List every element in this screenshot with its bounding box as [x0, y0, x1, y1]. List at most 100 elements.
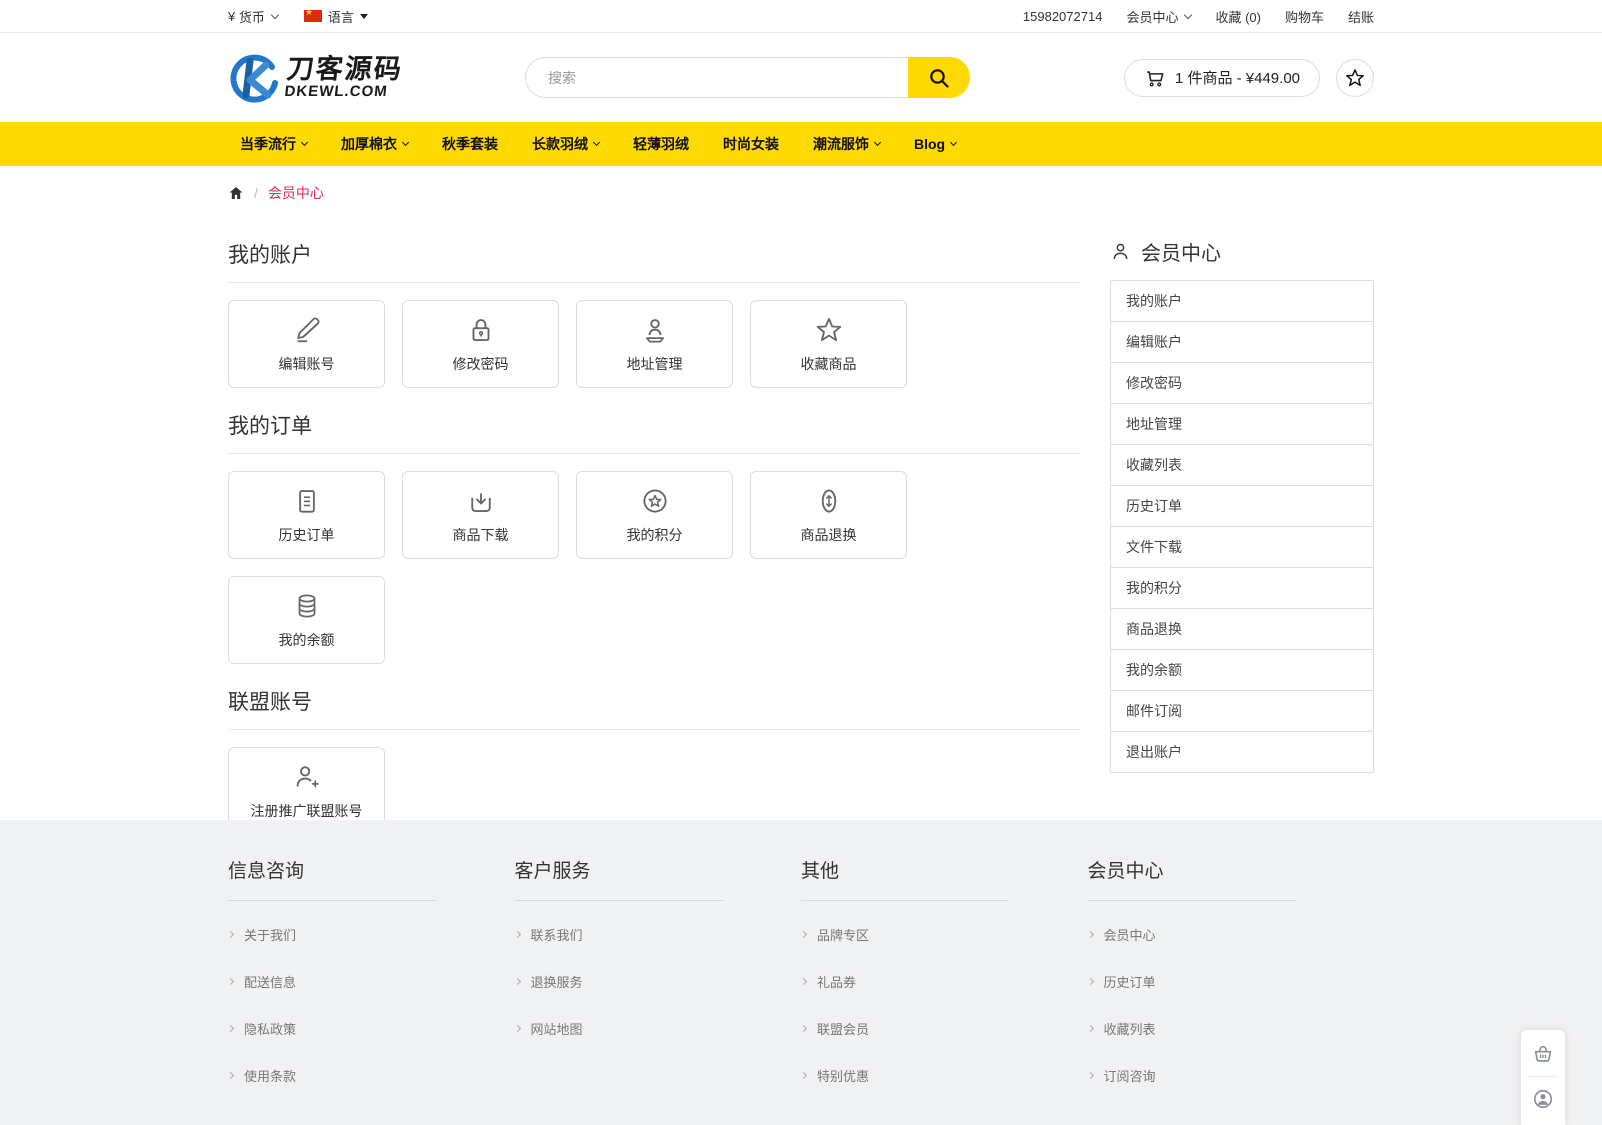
chevron-right-icon [800, 1025, 807, 1032]
currency-symbol: ¥ [228, 9, 235, 24]
card-downloads[interactable]: 商品下载 [402, 471, 559, 559]
breadcrumb-current[interactable]: 会员中心 [268, 183, 324, 203]
chevron-down-icon [301, 139, 308, 146]
footer-col-service: 客户服务 联系我们 退换服务 网站地图 [515, 856, 802, 1113]
nav-item-padded-coats[interactable]: 加厚棉衣 [341, 134, 408, 154]
footer-link-contact[interactable]: 联系我们 [515, 925, 802, 944]
card-wishlist[interactable]: 收藏商品 [750, 300, 907, 388]
chevron-right-icon [1086, 978, 1093, 985]
returns-icon [814, 486, 844, 516]
page: ¥ 货币 ★ 语言 15982072714 会员中心 收藏 (0) 购物车 结账 [0, 0, 1602, 1125]
nav-item-seasonal[interactable]: 当季流行 [240, 134, 307, 154]
pencil-icon [292, 315, 322, 345]
chevron-down-icon [1184, 10, 1192, 18]
sidebar-title: 会员中心 [1110, 237, 1374, 266]
cart-icon [1144, 67, 1166, 89]
basket-icon[interactable] [1532, 1043, 1554, 1065]
sidebar-item-my-account[interactable]: 我的账户 [1111, 281, 1373, 321]
star-circle-icon [640, 486, 670, 516]
site-logo[interactable]: 刀客源码 DKEWL.COM [228, 53, 402, 103]
sidebar-item-newsletter[interactable]: 邮件订阅 [1111, 690, 1373, 731]
coins-icon [292, 591, 322, 621]
chevron-right-icon [800, 1072, 807, 1079]
currency-selector[interactable]: ¥ 货币 [228, 7, 278, 26]
chevron-right-icon [227, 978, 234, 985]
chevron-down-icon [402, 139, 409, 146]
chevron-down-icon [950, 139, 957, 146]
footer-link-wishlist[interactable]: 收藏列表 [1088, 1019, 1375, 1038]
footer-col-information: 信息咨询 关于我们 配送信息 隐私政策 使用条款 [228, 856, 515, 1113]
footer-link-specials[interactable]: 特别优惠 [801, 1066, 1088, 1085]
divider [228, 900, 436, 901]
caret-down-icon [360, 14, 368, 19]
topbar: ¥ 货币 ★ 语言 15982072714 会员中心 收藏 (0) 购物车 结账 [0, 0, 1602, 33]
footer-link-newsletter[interactable]: 订阅咨询 [1088, 1066, 1375, 1085]
sidebar-item-returns[interactable]: 商品退换 [1111, 608, 1373, 649]
sidebar-item-order-history[interactable]: 历史订单 [1111, 485, 1373, 526]
sidebar-item-address[interactable]: 地址管理 [1111, 403, 1373, 444]
footer-link-order-history[interactable]: 历史订单 [1088, 972, 1375, 991]
footer-link-member-center[interactable]: 会员中心 [1088, 925, 1375, 944]
footer-link-sitemap[interactable]: 网站地图 [515, 1019, 802, 1038]
footer-link-about[interactable]: 关于我们 [228, 925, 515, 944]
nav-item-autumn-sets[interactable]: 秋季套装 [442, 134, 498, 154]
card-address-book[interactable]: 地址管理 [576, 300, 733, 388]
topbar-wishlist[interactable]: 收藏 (0) [1215, 7, 1261, 26]
topbar-cart[interactable]: 购物车 [1285, 7, 1324, 26]
footer-link-gift-vouchers[interactable]: 礼品券 [801, 972, 1088, 991]
footer-link-returns[interactable]: 退换服务 [515, 972, 802, 991]
person-icon [1110, 241, 1131, 262]
order-list-icon [292, 486, 322, 516]
card-returns[interactable]: 商品退换 [750, 471, 907, 559]
chevron-right-icon [513, 978, 520, 985]
card-edit-account[interactable]: 编辑账号 [228, 300, 385, 388]
card-reward-points[interactable]: 我的积分 [576, 471, 733, 559]
footer-col-extras: 其他 品牌专区 礼品券 联盟会员 特别优惠 [801, 856, 1088, 1113]
phone-number: 15982072714 [1023, 9, 1103, 24]
language-label: 语言 [328, 7, 354, 26]
card-balance[interactable]: 我的余额 [228, 576, 385, 664]
sidebar-item-edit-account[interactable]: 编辑账户 [1111, 321, 1373, 362]
footer-link-terms[interactable]: 使用条款 [228, 1066, 515, 1085]
language-selector[interactable]: ★ 语言 [304, 7, 368, 26]
section-title-my-orders: 我的订单 [228, 410, 1080, 440]
footer-link-affiliate[interactable]: 联盟会员 [801, 1019, 1088, 1038]
sidebar-item-downloads[interactable]: 文件下载 [1111, 526, 1373, 567]
wishlist-button[interactable] [1336, 59, 1374, 97]
lock-icon [466, 315, 496, 345]
sidebar-item-balance[interactable]: 我的余额 [1111, 649, 1373, 690]
topbar-member-center[interactable]: 会员中心 [1126, 7, 1191, 26]
china-flag-icon: ★ [304, 10, 322, 22]
nav-item-light-down[interactable]: 轻薄羽绒 [633, 134, 689, 154]
cart-summary-button[interactable]: 1 件商品 - ¥449.00 [1124, 59, 1320, 97]
sidebar-item-logout[interactable]: 退出账户 [1111, 731, 1373, 772]
search-input[interactable] [525, 57, 970, 98]
footer-link-delivery[interactable]: 配送信息 [228, 972, 515, 991]
chevron-down-icon [874, 139, 881, 146]
nav-item-trend-apparel[interactable]: 潮流服饰 [813, 134, 880, 154]
person-plus-icon [292, 762, 322, 792]
nav-item-long-down[interactable]: 长款羽绒 [532, 134, 599, 154]
chevron-right-icon [1086, 931, 1093, 938]
sidebar-item-wishlist[interactable]: 收藏列表 [1111, 444, 1373, 485]
chevron-down-icon [593, 139, 600, 146]
cart-summary-text: 1 件商品 - ¥449.00 [1175, 67, 1300, 88]
nav-item-blog[interactable]: Blog [914, 136, 956, 152]
chevron-right-icon [513, 931, 520, 938]
divider [228, 453, 1080, 454]
footer-link-brands[interactable]: 品牌专区 [801, 925, 1088, 944]
sidebar-menu: 我的账户 编辑账户 修改密码 地址管理 收藏列表 历史订单 文件下载 我的积分 … [1110, 280, 1374, 773]
sidebar-item-password[interactable]: 修改密码 [1111, 362, 1373, 403]
account-circle-icon[interactable] [1532, 1088, 1554, 1110]
search-icon [927, 66, 951, 90]
nav-item-womens-fashion[interactable]: 时尚女装 [723, 134, 779, 154]
header: 刀客源码 DKEWL.COM [0, 33, 1602, 122]
topbar-checkout[interactable]: 结账 [1348, 7, 1374, 26]
footer-link-privacy[interactable]: 隐私政策 [228, 1019, 515, 1038]
card-order-history[interactable]: 历史订单 [228, 471, 385, 559]
home-icon[interactable] [228, 185, 244, 201]
search-button[interactable] [908, 57, 970, 98]
download-icon [466, 486, 496, 516]
card-change-password[interactable]: 修改密码 [402, 300, 559, 388]
sidebar-item-reward-points[interactable]: 我的积分 [1111, 567, 1373, 608]
